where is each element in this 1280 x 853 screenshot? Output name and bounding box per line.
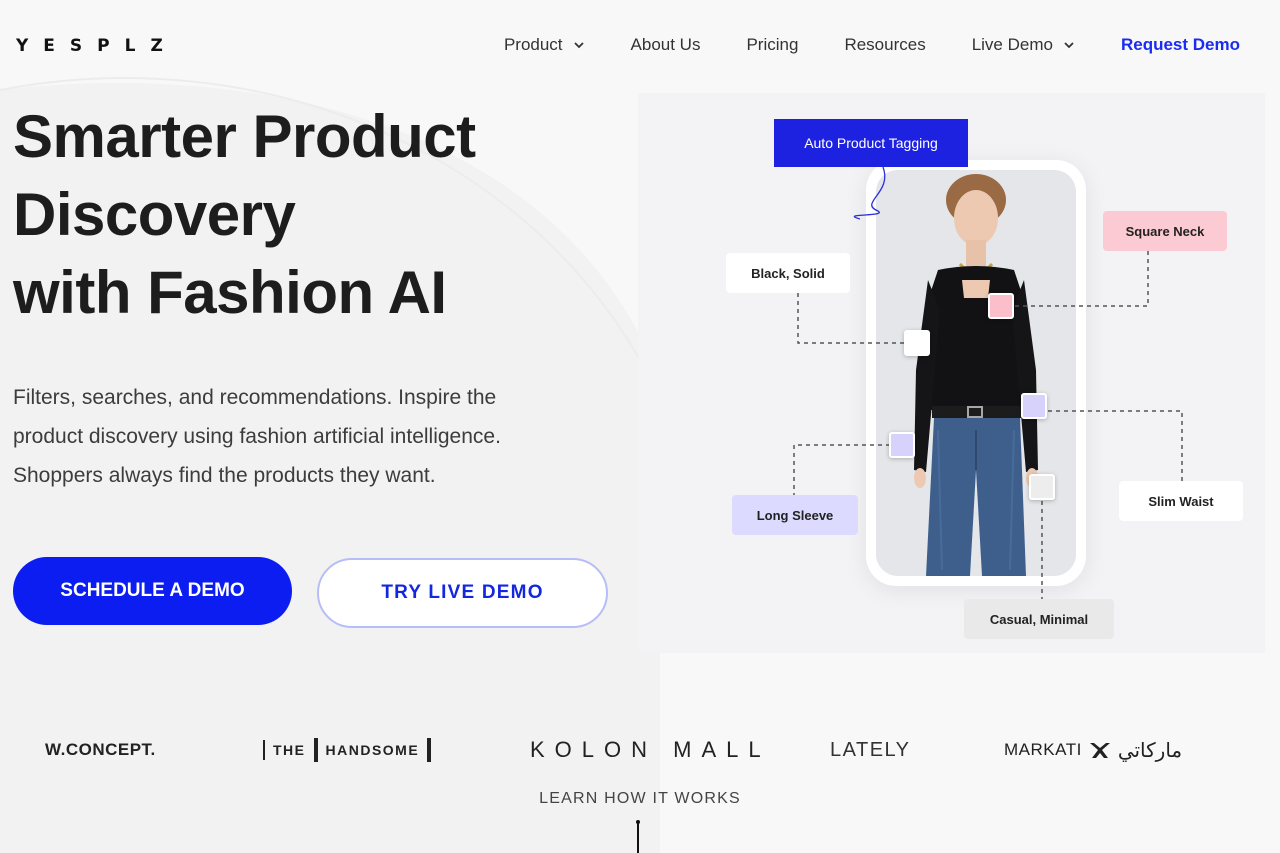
tag-marker-slim-waist[interactable] (1021, 393, 1047, 419)
tag-slim-waist: Slim Waist (1119, 481, 1243, 521)
tag-marker-square-neck[interactable] (988, 293, 1014, 319)
nav-live-demo[interactable]: Live Demo (972, 35, 1075, 55)
divider (313, 738, 318, 762)
brand-logo-markati: MARKATI ماركاتي (1004, 737, 1182, 763)
brand-logo-kolon-mall: KOLON MALL (530, 737, 771, 762)
hero-subtitle-line: product discovery using fashion artifici… (13, 425, 501, 448)
nav-resources[interactable]: Resources (844, 35, 925, 55)
brand-logo-wconcept: W.CONCEPT. (45, 740, 156, 759)
request-demo-link[interactable]: Request Demo (1121, 35, 1240, 55)
brand-logo-lately: LATELY (830, 738, 911, 761)
nav-pricing-label: Pricing (746, 35, 799, 54)
brand-logo-the-handsome: THE HANDSOME (255, 737, 439, 763)
tag-long-sleeve: Long Sleeve (732, 495, 858, 535)
nav-pricing[interactable]: Pricing (746, 35, 798, 55)
tag-marker-casual-minimal[interactable] (1029, 474, 1055, 500)
yesplz-logo[interactable]: YESPLZ (16, 36, 178, 56)
brand-markati-ar: ماركاتي (1117, 738, 1183, 762)
tag-connectors (793, 166, 1183, 599)
chevron-down-icon (1064, 42, 1074, 49)
hero-title-line: with Fashion AI (13, 259, 447, 326)
brand-markati-en: MARKATI (1004, 740, 1082, 759)
main-nav: Product About Us Pricing Resources Live … (504, 35, 1240, 55)
markati-emblem-icon (1089, 743, 1110, 758)
hero-subtitle: Filters, searches, and recommendations. … (13, 378, 593, 495)
learn-how-it-works-link[interactable]: LEARN HOW IT WORKS (0, 790, 1280, 808)
scroll-indicator-icon (636, 820, 640, 853)
site-header: YESPLZ Product About Us Pricing Resource… (0, 0, 1280, 90)
try-live-demo-button[interactable]: TRY LIVE DEMO (317, 558, 608, 628)
nav-product-label: Product (503, 35, 563, 54)
nav-resources-label: Resources (844, 35, 926, 54)
hero-subtitle-line: Filters, searches, and recommendations. … (13, 386, 497, 409)
divider (263, 740, 265, 760)
tag-square-neck: Square Neck (1103, 211, 1227, 251)
hero-title-line: Discovery (13, 181, 296, 248)
nav-product[interactable]: Product (504, 35, 585, 55)
brand-handsome-the: THE (273, 742, 306, 758)
auto-tagging-illustration: Auto Product Tagging Square Neck Black, … (638, 93, 1265, 653)
nav-about-us[interactable]: About Us (631, 35, 701, 55)
hero-title-line: Smarter Product (13, 103, 476, 170)
brand-handsome-name: HANDSOME (325, 742, 420, 758)
chevron-down-icon (573, 42, 584, 49)
schedule-demo-button[interactable]: SCHEDULE A DEMO (13, 557, 292, 625)
auto-product-tagging-label: Auto Product Tagging (774, 119, 968, 167)
hero-title: Smarter Product Discovery with Fashion A… (13, 98, 633, 332)
nav-about-label: About Us (630, 35, 701, 54)
hero-subtitle-line: Shoppers always find the products they w… (13, 464, 436, 487)
tag-marker-black-solid[interactable] (904, 330, 930, 356)
tag-black-solid: Black, Solid (726, 253, 850, 293)
nav-live-demo-label: Live Demo (971, 35, 1053, 54)
divider (427, 738, 432, 762)
tag-casual-minimal: Casual, Minimal (964, 599, 1114, 639)
tag-marker-long-sleeve[interactable] (889, 432, 915, 458)
